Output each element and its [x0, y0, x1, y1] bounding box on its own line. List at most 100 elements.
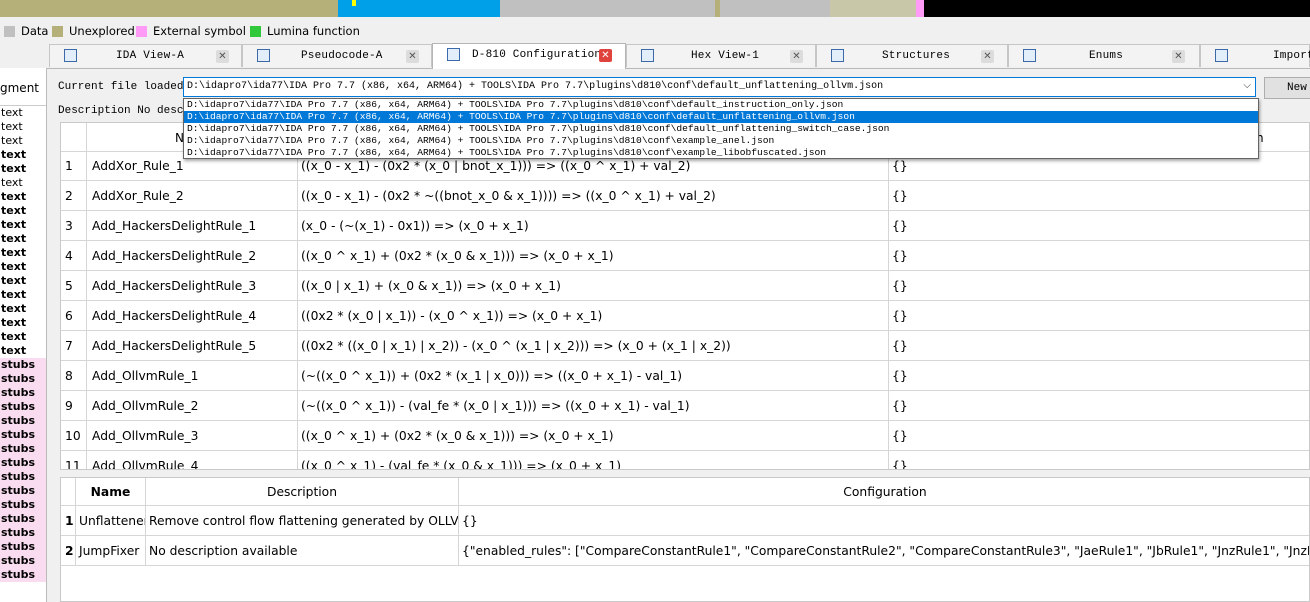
close-icon[interactable]: ✕ [1172, 50, 1185, 63]
dropdown-option[interactable]: D:\idapro7\ida77\IDA Pro 7.7 (x86, x64, … [184, 147, 1258, 159]
configuration-column-header[interactable]: Configuration [459, 478, 1309, 506]
table-row[interactable]: 7 Add_HackersDelightRule_5 ((0x2 * ((x_0 |… [61, 331, 1309, 361]
segment-list-item[interactable]: stubs [0, 512, 46, 526]
segment-list-item[interactable]: stubs [0, 358, 46, 372]
segment-list-item[interactable]: text [0, 260, 46, 274]
segment-list-item[interactable]: stubs [0, 526, 46, 540]
segment-list-item[interactable]: stubs [0, 456, 46, 470]
tab-d810-configuration[interactable]: D-810 Configuration ✕ [432, 43, 626, 69]
table-row[interactable]: 10 Add_OllvmRule_3 ((x_0 ^ x_1) + (0x2 * (… [61, 421, 1309, 451]
rule-name: Add_OllvmRule_4 [92, 459, 199, 470]
current-file-value: D:\idapro7\ida77\IDA Pro 7.7 (x86, x64, … [187, 81, 884, 92]
segment-list-item[interactable]: stubs [0, 386, 46, 400]
table-row[interactable]: 3 Add_HackersDelightRule_1 (x_0 - (~(x_1) … [61, 211, 1309, 241]
segment-list-item[interactable]: stubs [0, 540, 46, 554]
column-divider [297, 123, 298, 469]
segment-list-item[interactable]: text [0, 204, 46, 218]
segment-list-item[interactable]: text [0, 148, 46, 162]
block-configuration: {"enabled_rules": ["CompareConstantRule1… [462, 544, 1310, 558]
row-number: 8 [65, 369, 73, 383]
tab-structures[interactable]: Structures ✕ [816, 44, 1008, 67]
tab-import[interactable]: Import [1200, 44, 1310, 67]
segment-column-header[interactable]: gment [0, 68, 46, 106]
segment-list-item[interactable]: text [0, 302, 46, 316]
segment-list-item[interactable]: stubs [0, 498, 46, 512]
segment-list: text text text text text text text text text text… [0, 106, 46, 582]
pseudocode-icon [257, 49, 270, 62]
segment-list-item[interactable]: stubs [0, 568, 46, 582]
segment-list-item[interactable]: stubs [0, 414, 46, 428]
segment-list-item[interactable]: text [0, 344, 46, 358]
rule-pattern: ((x_0 - x_1) - (0x2 * (x_0 | bnot_x_1)))… [301, 159, 691, 173]
nav-band-data-3 [830, 0, 916, 17]
rule-config: {} [892, 369, 908, 383]
chevron-down-icon[interactable]: ⌵ [1243, 80, 1251, 91]
segment-list-item[interactable]: text [0, 120, 46, 134]
rule-name: AddXor_Rule_2 [92, 189, 184, 203]
segment-list-item[interactable]: text [0, 330, 46, 344]
config-icon [447, 48, 460, 61]
segment-list-item[interactable]: text [0, 162, 46, 176]
close-icon[interactable]: ✕ [216, 50, 229, 63]
segment-list-item[interactable]: text [0, 190, 46, 204]
tab-ida-view-a[interactable]: IDA View-A ✕ [49, 44, 242, 67]
segment-list-item[interactable]: text [0, 232, 46, 246]
rule-name: Add_HackersDelightRule_3 [92, 279, 257, 293]
dropdown-option[interactable]: D:\idapro7\ida77\IDA Pro 7.7 (x86, x64, … [184, 111, 1258, 123]
table-row[interactable]: 9 Add_OllvmRule_2 (~((x_0 ^ x_1)) - (val_f… [61, 391, 1309, 421]
rule-name: Add_HackersDelightRule_5 [92, 339, 257, 353]
rule-name: Add_OllvmRule_3 [92, 429, 199, 443]
segment-list-item[interactable]: text [0, 218, 46, 232]
table-row[interactable]: 5 Add_HackersDelightRule_3 ((x_0 | x_1) + … [61, 271, 1309, 301]
rule-pattern: ((0x2 * ((x_0 | x_1) | x_2)) - (x_0 ^ (x… [301, 339, 731, 353]
rules-table[interactable]: N n 1 AddXor_Rule_1 ((x_0 - x_1) - (0x2 * … [60, 122, 1310, 470]
rule-pattern: ((x_0 - x_1) - (0x2 * ~((bnot_x_0 & x_1)… [301, 189, 716, 203]
segment-list-item[interactable]: text [0, 316, 46, 330]
tab-label: D-810 Configuration [472, 49, 602, 61]
segment-list-item[interactable]: stubs [0, 484, 46, 498]
segment-list-item[interactable]: stubs [0, 554, 46, 568]
close-icon[interactable]: ✕ [981, 50, 994, 63]
table-row[interactable]: 2 AddXor_Rule_2 ((x_0 - x_1) - (0x2 * ~((b… [61, 181, 1309, 211]
tab-hex-view-1[interactable]: Hex View-1 ✕ [626, 44, 816, 67]
segment-list-item[interactable]: text [0, 246, 46, 260]
block-optimizers-table[interactable]: Name Description Configuration 1 Unflatte… [60, 477, 1310, 602]
segment-list-item[interactable]: text [0, 274, 46, 288]
dropdown-option[interactable]: D:\idapro7\ida77\IDA Pro 7.7 (x86, x64, … [184, 99, 1258, 111]
table-row[interactable]: 2 JumpFixer No description available {"enab… [61, 536, 1310, 566]
close-icon[interactable]: ✕ [790, 50, 803, 63]
new-button[interactable]: New [1264, 77, 1310, 99]
segment-list-item[interactable]: stubs [0, 400, 46, 414]
name-column-header[interactable]: Name [76, 478, 146, 506]
close-icon[interactable]: ✕ [406, 50, 419, 63]
tab-label: Enums [1089, 50, 1124, 62]
close-icon[interactable]: ✕ [599, 49, 612, 62]
description-column-header[interactable]: Description [146, 478, 459, 506]
navigation-band[interactable] [0, 0, 1310, 17]
segment-list-item[interactable]: stubs [0, 442, 46, 456]
tab-enums[interactable]: Enums ✕ [1008, 44, 1200, 67]
table-row[interactable]: 6 Add_HackersDelightRule_4 ((0x2 * (x_0 | … [61, 301, 1309, 331]
nav-band-unexplored-2 [720, 0, 830, 17]
dropdown-option[interactable]: D:\idapro7\ida77\IDA Pro 7.7 (x86, x64, … [184, 135, 1258, 147]
table-row[interactable]: 11 Add_OllvmRule_4 ((x_0 ^ x_1) - (val_fe … [61, 451, 1309, 470]
segment-list-item[interactable]: text [0, 106, 46, 120]
current-file-dropdown[interactable]: D:\idapro7\ida77\IDA Pro 7.7 (x86, x64, … [183, 98, 1259, 159]
tab-pseudocode-a[interactable]: Pseudocode-A ✕ [242, 44, 432, 67]
segment-list-item[interactable]: text [0, 176, 46, 190]
current-file-select[interactable]: D:\idapro7\ida77\IDA Pro 7.7 (x86, x64, … [183, 77, 1256, 97]
table-row[interactable]: 1 Unflattener Remove control flow flatteni… [61, 506, 1309, 536]
segment-list-item[interactable]: stubs [0, 428, 46, 442]
rule-pattern: ((x_0 ^ x_1) - (val_fe * (x_0 & x_1))) =… [301, 459, 622, 470]
block-name: Unflattener [76, 506, 146, 536]
table-row[interactable]: 4 Add_HackersDelightRule_2 ((x_0 ^ x_1) + … [61, 241, 1309, 271]
row-number: 4 [65, 249, 73, 263]
panel-splitter[interactable] [47, 470, 1310, 477]
legend: Data Unexplored External symbol Lumina f… [0, 18, 1310, 43]
segment-list-item[interactable]: text [0, 288, 46, 302]
dropdown-option[interactable]: D:\idapro7\ida77\IDA Pro 7.7 (x86, x64, … [184, 123, 1258, 135]
segment-list-item[interactable]: text [0, 134, 46, 148]
table-row[interactable]: 8 Add_OllvmRule_1 (~((x_0 ^ x_1)) + (0x2 *… [61, 361, 1309, 391]
segment-list-item[interactable]: stubs [0, 372, 46, 386]
segment-list-item[interactable]: stubs [0, 470, 46, 484]
